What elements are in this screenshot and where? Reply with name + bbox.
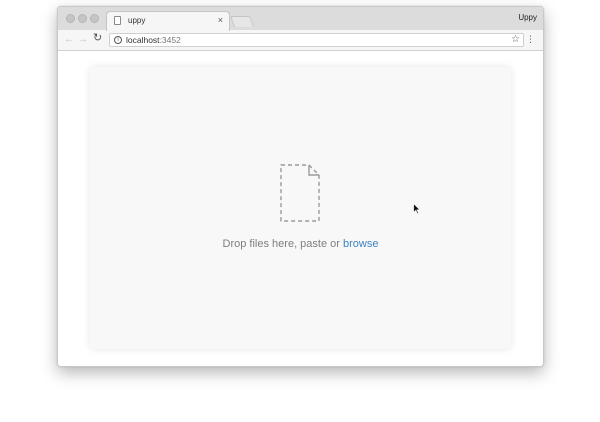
bookmark-star-icon[interactable]: ☆	[511, 34, 520, 46]
browse-link[interactable]: browse	[343, 238, 378, 250]
tab-uppy[interactable]: uppy ×	[106, 11, 230, 31]
drop-text: Drop files here, paste or	[222, 238, 340, 250]
url-host: localhost	[126, 35, 160, 45]
uppy-dashboard-dropzone[interactable]: Drop files here, paste or browse	[90, 67, 511, 349]
maximize-window-button[interactable]	[90, 14, 99, 23]
title-bar: uppy × Uppy	[58, 7, 543, 31]
drop-instructions: Drop files here, paste or browse	[90, 238, 511, 250]
page-icon	[114, 16, 121, 25]
forward-arrow-icon[interactable]: →	[78, 34, 88, 45]
browser-menu-icon[interactable]: ⋮	[526, 34, 535, 44]
mouse-pointer-icon	[413, 203, 421, 215]
minimize-window-button[interactable]	[78, 14, 87, 23]
browser-toolbar: ← → ↻ i localhost:3452 ☆ ⋮	[58, 30, 543, 51]
browser-window: uppy × Uppy ← → ↻ i localhost:3452 ☆ ⋮ D…	[57, 6, 544, 367]
close-tab-icon[interactable]: ×	[218, 15, 223, 25]
profile-label[interactable]: Uppy	[518, 13, 537, 22]
info-icon[interactable]: i	[114, 36, 122, 44]
page-content: Drop files here, paste or browse	[58, 51, 543, 366]
tab-title: uppy	[128, 16, 146, 25]
address-bar[interactable]: i localhost:3452 ☆	[109, 33, 524, 47]
url-port: :3452	[159, 35, 181, 45]
reload-icon[interactable]: ↻	[93, 33, 102, 44]
url-text[interactable]: localhost:3452	[126, 35, 181, 45]
back-arrow-icon[interactable]: ←	[64, 34, 74, 45]
file-icon	[280, 164, 320, 222]
close-window-button[interactable]	[66, 14, 75, 23]
new-tab-button[interactable]	[229, 16, 255, 27]
